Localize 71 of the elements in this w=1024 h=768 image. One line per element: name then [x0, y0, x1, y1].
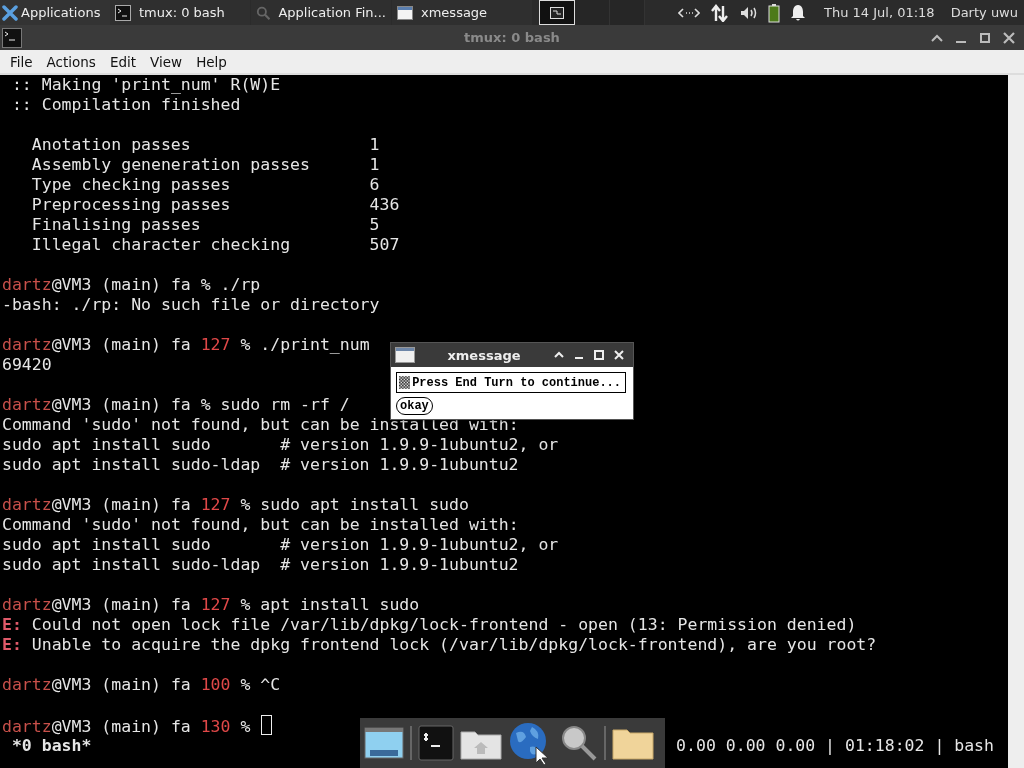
stat-value: 507: [369, 235, 400, 254]
stat-label: Preprocessing passes: [31, 195, 232, 215]
stat-value: 1: [369, 155, 380, 174]
taskbar-button[interactable]: xmessage: [392, 0, 532, 25]
prompt-line: dartz@VM3 (main) fa 127 % ./print_num: [2, 335, 370, 355]
stat-value: 436: [369, 195, 400, 214]
menu-item[interactable]: Edit: [103, 53, 143, 70]
window-icon: [397, 4, 413, 21]
battery-icon: [768, 2, 780, 23]
menu-item[interactable]: Help: [190, 53, 233, 70]
suggested-command: sudo apt install sudo-ldap: [2, 555, 262, 575]
window-thumbnail-icon: [550, 6, 564, 19]
output-line: :: Making 'print_num' R(W)E: [10, 75, 281, 95]
transfer-arrows-icon: [710, 3, 730, 22]
scrollbar[interactable]: [1008, 75, 1024, 768]
command-comment: # version 1.9.9-1ubuntu2: [280, 455, 519, 474]
command-comment: # version 1.9.9-1ubuntu2, or: [280, 435, 559, 454]
stat-label: Type checking passes: [31, 175, 232, 195]
taskbar-button[interactable]: Application Fin...: [251, 0, 391, 25]
prompt-line: dartz@VM3 (main) fa 130 %: [2, 715, 273, 735]
prompt-line: dartz@VM3 (main) fa 127 % apt install sudo: [2, 595, 420, 615]
bell-icon: [790, 3, 806, 22]
suggested-command: sudo apt install sudo-ldap: [2, 455, 262, 475]
terminal-icon: [2, 27, 22, 48]
command-comment: # version 1.9.9-1ubuntu2: [280, 555, 519, 574]
message-text: Press End Turn to continue...: [412, 375, 621, 390]
output-line: :: Compilation finished: [10, 95, 241, 115]
prompt-line: dartz@VM3 (main) fa 127 % sudo apt install sudo: [2, 495, 469, 515]
output-line: 69420: [2, 355, 52, 375]
command-comment: # version 1.9.9-1ubuntu2, or: [280, 535, 559, 554]
window-list: *0 bash*: [2, 736, 92, 758]
output-line: Command 'sudo' not found, but can be installed with:: [2, 515, 519, 535]
status-info: 0.00 0.00 0.00 | 01:18:02 | bash: [676, 736, 994, 757]
taskbar-button[interactable]: tmux: 0 bash: [110, 0, 250, 25]
prompt-line: dartz@VM3 (main) fa 100 % ^C: [2, 675, 281, 695]
clock[interactable]: Thu 14 Jul, 01:18: [824, 5, 935, 20]
applications-menu[interactable]: Applications: [0, 0, 110, 25]
window-title: tmux: 0 bash: [464, 30, 560, 45]
error-line: E: Could not open lock file /var/lib/dpkg/lock-frontend - open (13: Permission denied): [2, 615, 857, 635]
stat-label: Finalising passes: [31, 215, 202, 235]
workspace-switcher[interactable]: [575, 0, 610, 25]
menu-item[interactable]: Actions: [40, 53, 102, 70]
stat-value: 1: [369, 135, 380, 154]
user-name[interactable]: Darty uwu: [950, 5, 1018, 20]
terminal-icon: [115, 4, 131, 21]
stat-label: Assembly geneneration passes: [31, 155, 311, 175]
suggested-command: sudo apt install sudo: [2, 535, 212, 555]
okay-button[interactable]: okay: [396, 397, 433, 415]
dialog-title: xmessage: [446, 347, 522, 363]
maximize-icon[interactable]: [978, 30, 992, 45]
checker-pattern-icon: [399, 374, 411, 391]
output-line: -bash: ./rp: No such file or directory: [2, 295, 380, 315]
menu-item[interactable]: View: [144, 53, 189, 70]
network-icon: [678, 5, 700, 20]
stat-value: 6: [369, 175, 380, 194]
prompt-line: dartz@VM3 (main) fa % ./rp: [2, 275, 261, 295]
stat-label: Illegal character checking: [31, 235, 292, 255]
stat-label: Anotation passes: [31, 135, 192, 155]
window-icon: [395, 347, 415, 363]
folder-icon[interactable]: [612, 726, 654, 760]
search-icon: [256, 4, 271, 21]
error-line: E: Unable to acquire the dpkg frontend lock (/var/lib/dpkg/lock-frontend), are you root?: [2, 635, 877, 655]
prompt-line: dartz@VM3 (main) fa % sudo rm -rf /: [2, 395, 350, 415]
x-logo-icon: [2, 4, 18, 21]
desktop-icon[interactable]: [364, 726, 404, 760]
maximize-icon[interactable]: [593, 349, 605, 361]
suggested-command: sudo apt install sudo: [2, 435, 212, 455]
stat-value: 5: [369, 215, 380, 234]
close-icon[interactable]: [1002, 30, 1016, 45]
menu-item[interactable]: File: [4, 53, 39, 70]
terminal-icon[interactable]: [418, 725, 454, 761]
